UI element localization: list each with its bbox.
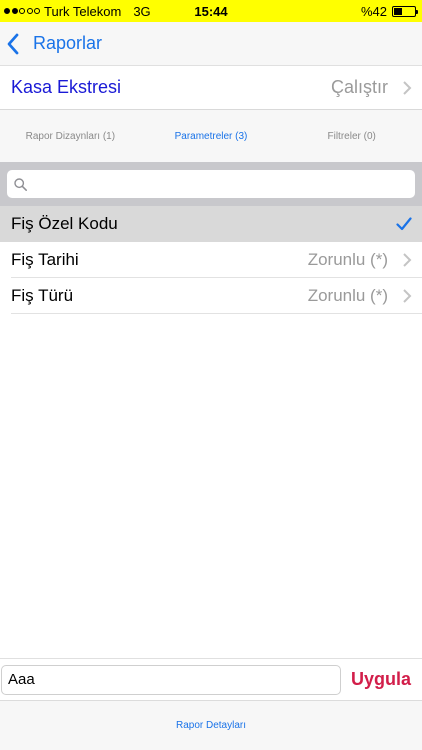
parameter-list: Fiş Özel Kodu Fiş Tarihi Zorunlu (*) Fiş… (0, 206, 422, 314)
content-area (0, 314, 422, 658)
chevron-right-icon (403, 289, 412, 303)
parameter-label: Fiş Tarihi (11, 250, 79, 269)
run-button[interactable]: Çalıştır (331, 77, 412, 98)
report-title: Kasa Ekstresi (11, 77, 122, 97)
signal-strength-icon (4, 8, 40, 14)
apply-bar: Uygula (0, 658, 422, 700)
battery-indicator: %42 (360, 4, 418, 19)
status-bar: Turk Telekom 3G 15:44 %42 (0, 0, 422, 22)
carrier-name: Turk Telekom (44, 3, 122, 19)
report-header-row: Kasa Ekstresi Çalıştır (0, 66, 422, 110)
tab-filters[interactable]: Filtreler (0) (281, 131, 422, 142)
battery-fill (394, 8, 403, 15)
apply-button[interactable]: Uygula (351, 669, 411, 690)
chevron-right-icon (403, 253, 412, 267)
parameter-label: Fiş Özel Kodu (11, 214, 118, 233)
tab-report-designs[interactable]: Rapor Dizaynları (1) (0, 131, 141, 142)
list-item[interactable]: Fiş Özel Kodu (0, 206, 422, 242)
search-bar (0, 162, 422, 206)
list-item[interactable]: Fiş Tarihi Zorunlu (*) (0, 242, 422, 278)
chevron-right-icon (403, 80, 412, 95)
required-status: Zorunlu (*) (307, 286, 388, 305)
battery-icon (392, 6, 418, 17)
battery-percent: %42 (360, 4, 387, 19)
network-type: 3G (133, 3, 151, 19)
back-button[interactable]: Raporlar (6, 33, 102, 55)
navigation-bar: Raporlar (0, 22, 422, 66)
list-item[interactable]: Fiş Türü Zorunlu (*) (0, 278, 422, 314)
checkmark-icon (396, 217, 412, 231)
parameter-label: Fiş Türü (11, 286, 74, 305)
run-label: Çalıştır (330, 77, 388, 97)
search-input[interactable] (33, 176, 415, 192)
value-input[interactable] (1, 664, 341, 695)
footer-toolbar: Rapor Detayları (0, 700, 422, 750)
search-field (7, 170, 415, 198)
back-label: Raporlar (33, 33, 103, 53)
chevron-left-icon (7, 33, 19, 54)
search-icon (14, 177, 27, 191)
report-details-link[interactable]: Rapor Detayları (176, 720, 246, 731)
required-status: Zorunlu (*) (307, 250, 388, 269)
tab-parameters[interactable]: Parametreler (3) (141, 131, 282, 142)
segment-tabs: Rapor Dizaynları (1) Parametreler (3) Fi… (0, 110, 422, 162)
